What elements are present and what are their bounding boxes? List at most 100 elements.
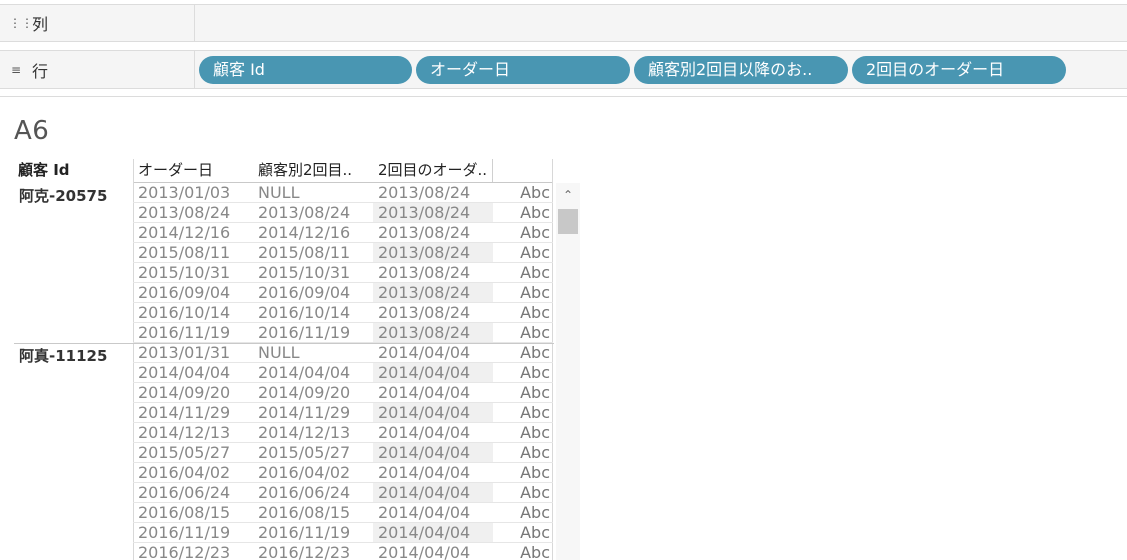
- order-date-cell[interactable]: 2014/11/29: [138, 403, 230, 423]
- abc-cell[interactable]: Abc: [493, 343, 550, 363]
- header-separator: [492, 159, 493, 182]
- pill-second-order-date[interactable]: 2回目のオーダー日: [852, 55, 1066, 84]
- second-order-onwards-cell[interactable]: NULL: [258, 183, 300, 203]
- abc-cell[interactable]: Abc: [493, 463, 550, 483]
- abc-cell[interactable]: Abc: [493, 403, 550, 423]
- abc-cell[interactable]: Abc: [493, 183, 550, 203]
- second-order-date-cell[interactable]: 2013/08/24: [373, 203, 493, 223]
- order-date-cell[interactable]: 2016/11/19: [138, 523, 230, 543]
- second-order-date-cell[interactable]: 2013/08/24: [373, 223, 493, 243]
- second-order-onwards-cell[interactable]: 2016/04/02: [258, 463, 350, 483]
- second-order-date-cell[interactable]: 2014/04/04: [373, 503, 493, 523]
- second-order-date-cell[interactable]: 2014/04/04: [373, 383, 493, 403]
- second-order-date-cell[interactable]: 2014/04/04: [373, 363, 493, 383]
- second-order-date-cell[interactable]: 2013/08/24: [373, 183, 493, 203]
- second-order-date-cell[interactable]: 2013/08/24: [373, 243, 493, 263]
- scroll-thumb[interactable]: [558, 209, 578, 234]
- second-order-date-cell[interactable]: 2013/08/24: [373, 283, 493, 303]
- order-date-cell[interactable]: 2016/09/04: [138, 283, 230, 303]
- rows-shelf-label: ≡ 行: [0, 51, 195, 88]
- abc-cell[interactable]: Abc: [493, 483, 550, 503]
- second-order-date-cell[interactable]: 2014/04/04: [373, 403, 493, 423]
- order-date-cell[interactable]: 2013/01/31: [138, 343, 230, 363]
- abc-cell[interactable]: Abc: [493, 423, 550, 443]
- table-row: 2016/12/23 2016/12/23 2014/04/04 Abc: [133, 543, 553, 560]
- order-date-cell[interactable]: 2016/08/15: [138, 503, 230, 523]
- header-second-order-onwards[interactable]: 顧客別2回目..: [258, 159, 373, 182]
- second-order-onwards-cell[interactable]: 2015/05/27: [258, 443, 350, 463]
- order-date-cell[interactable]: 2013/08/24: [138, 203, 230, 223]
- second-order-onwards-cell[interactable]: NULL: [258, 343, 300, 363]
- abc-cell[interactable]: Abc: [493, 503, 550, 523]
- abc-cell[interactable]: Abc: [493, 443, 550, 463]
- second-order-date-cell[interactable]: 2013/08/24: [373, 263, 493, 283]
- order-date-cell[interactable]: 2014/09/20: [138, 383, 230, 403]
- order-date-cell[interactable]: 2016/11/19: [138, 323, 230, 343]
- order-date-cell[interactable]: 2014/12/16: [138, 223, 230, 243]
- second-order-onwards-cell[interactable]: 2016/08/15: [258, 503, 350, 523]
- second-order-date-cell[interactable]: 2013/08/24: [373, 323, 493, 343]
- second-order-onwards-cell[interactable]: 2013/08/24: [258, 203, 350, 223]
- second-order-date-cell[interactable]: 2014/04/04: [373, 543, 493, 560]
- second-order-onwards-cell[interactable]: 2016/11/19: [258, 323, 350, 343]
- pill-customer-id[interactable]: 顧客 Id: [199, 55, 412, 84]
- second-order-onwards-cell[interactable]: 2015/08/11: [258, 243, 350, 263]
- second-order-onwards-cell[interactable]: 2016/06/24: [258, 483, 350, 503]
- order-date-cell[interactable]: 2015/08/11: [138, 243, 230, 263]
- order-date-cell[interactable]: 2014/12/13: [138, 423, 230, 443]
- second-order-date-cell[interactable]: 2014/04/04: [373, 463, 493, 483]
- header-customer-id[interactable]: 顧客 Id: [18, 159, 128, 182]
- table-row: 2016/04/02 2016/04/02 2014/04/04 Abc: [133, 463, 553, 483]
- columns-icon: ⋮⋮⋮: [9, 16, 45, 30]
- sheet-title: A6: [14, 116, 50, 146]
- second-order-onwards-cell[interactable]: 2015/10/31: [258, 263, 350, 283]
- rows-icon: ≡: [10, 62, 22, 77]
- table-row: 2014/04/04 2014/04/04 2014/04/04 Abc: [133, 363, 553, 383]
- abc-cell[interactable]: Abc: [493, 383, 550, 403]
- order-date-cell[interactable]: 2015/10/31: [138, 263, 230, 283]
- customer-id-label[interactable]: 阿真-11125: [19, 345, 107, 366]
- scroll-up-icon[interactable]: ⌃: [556, 183, 580, 207]
- abc-cell[interactable]: Abc: [493, 543, 550, 560]
- order-date-cell[interactable]: 2013/01/03: [138, 183, 230, 203]
- columns-shelf[interactable]: ⋮⋮⋮ 列: [0, 4, 1127, 42]
- second-order-onwards-cell[interactable]: 2014/12/13: [258, 423, 350, 443]
- table-row: 2016/06/24 2016/06/24 2014/04/04 Abc: [133, 483, 553, 503]
- second-order-onwards-cell[interactable]: 2016/11/19: [258, 523, 350, 543]
- rows-shelf[interactable]: ≡ 行 顧客 Id オーダー日 顧客別2回目以降のお.. 2回目のオーダー日: [0, 50, 1127, 89]
- second-order-onwards-cell[interactable]: 2014/09/20: [258, 383, 350, 403]
- second-order-onwards-cell[interactable]: 2016/10/14: [258, 303, 350, 323]
- abc-cell[interactable]: Abc: [493, 303, 550, 323]
- second-order-onwards-cell[interactable]: 2014/12/16: [258, 223, 350, 243]
- abc-cell[interactable]: Abc: [493, 523, 550, 543]
- order-date-cell[interactable]: 2016/12/23: [138, 543, 230, 560]
- abc-cell[interactable]: Abc: [493, 283, 550, 303]
- order-date-cell[interactable]: 2016/10/14: [138, 303, 230, 323]
- second-order-date-cell[interactable]: 2014/04/04: [373, 483, 493, 503]
- second-order-date-cell[interactable]: 2014/04/04: [373, 343, 493, 363]
- header-second-order-date[interactable]: 2回目のオーダ..: [378, 159, 492, 182]
- second-order-onwards-cell[interactable]: 2016/09/04: [258, 283, 350, 303]
- second-order-onwards-cell[interactable]: 2016/12/23: [258, 543, 350, 560]
- header-order-date[interactable]: オーダー日: [138, 159, 253, 182]
- vertical-scrollbar[interactable]: ⌃: [556, 183, 580, 560]
- pill-order-date[interactable]: オーダー日: [416, 55, 630, 84]
- second-order-date-cell[interactable]: 2013/08/24: [373, 303, 493, 323]
- abc-cell[interactable]: Abc: [493, 243, 550, 263]
- abc-cell[interactable]: Abc: [493, 323, 550, 343]
- second-order-date-cell[interactable]: 2014/04/04: [373, 443, 493, 463]
- second-order-date-cell[interactable]: 2014/04/04: [373, 423, 493, 443]
- abc-cell[interactable]: Abc: [493, 203, 550, 223]
- order-date-cell[interactable]: 2016/04/02: [138, 463, 230, 483]
- abc-cell[interactable]: Abc: [493, 223, 550, 243]
- order-date-cell[interactable]: 2016/06/24: [138, 483, 230, 503]
- abc-cell[interactable]: Abc: [493, 363, 550, 383]
- second-order-onwards-cell[interactable]: 2014/11/29: [258, 403, 350, 423]
- customer-id-label[interactable]: 阿克-20575: [19, 185, 107, 206]
- second-order-date-cell[interactable]: 2014/04/04: [373, 523, 493, 543]
- abc-cell[interactable]: Abc: [493, 263, 550, 283]
- order-date-cell[interactable]: 2014/04/04: [138, 363, 230, 383]
- pill-second-order-onwards[interactable]: 顧客別2回目以降のお..: [634, 55, 848, 84]
- second-order-onwards-cell[interactable]: 2014/04/04: [258, 363, 350, 383]
- order-date-cell[interactable]: 2015/05/27: [138, 443, 230, 463]
